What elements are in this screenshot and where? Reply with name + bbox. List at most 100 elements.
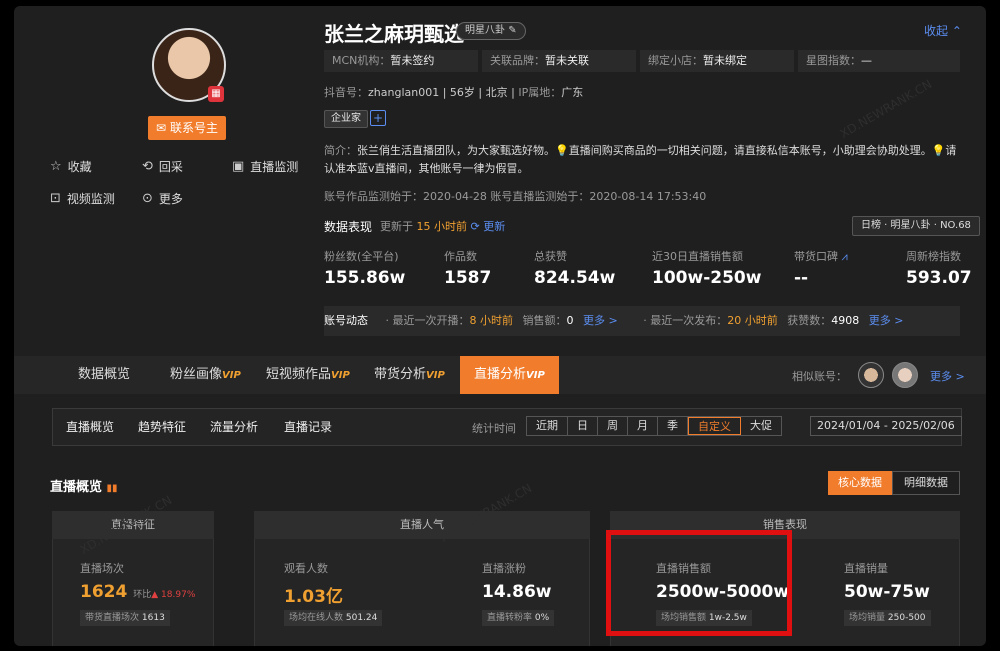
qr-code-icon[interactable]: ▦ bbox=[208, 86, 224, 102]
ip-location: 广东 bbox=[561, 86, 584, 99]
contact-owner-button[interactable]: ✉ 联系号主 bbox=[148, 116, 226, 140]
refresh-button[interactable]: ⟳ 更新 bbox=[471, 220, 506, 233]
refresh-label: 更新 bbox=[483, 220, 506, 233]
info-shop: 绑定小店：暂未绑定 bbox=[640, 50, 794, 72]
refresh-icon: ⟳ bbox=[470, 220, 480, 233]
updated-time: 15 小时前 bbox=[416, 220, 468, 233]
rank-badge[interactable]: 日榜 · 明星八卦 · NO.68 bbox=[852, 216, 980, 236]
recollect-label: 回采 bbox=[158, 160, 183, 174]
category-label: 明星八卦 bbox=[465, 25, 505, 36]
fans-rate: 直播转粉率 0% bbox=[482, 610, 555, 626]
age: 56岁 bbox=[449, 86, 475, 99]
recollect-button[interactable]: ⟲ 回采 bbox=[142, 158, 183, 175]
info-brand: 关联品牌：暂未关联 bbox=[482, 50, 636, 72]
chart-icon: ⊡ bbox=[50, 191, 61, 206]
volume-value: 50w-75w bbox=[844, 582, 930, 602]
period-month[interactable]: 月 bbox=[628, 417, 658, 435]
vip-badge: VIP bbox=[222, 370, 241, 381]
xingtu-value: — bbox=[861, 54, 872, 67]
subtab-live-overview[interactable]: 直播概览 bbox=[66, 418, 114, 435]
douyin-label: 抖音号： bbox=[324, 86, 368, 99]
monitor-since: 账号作品监测始于：2020-04-28 账号直播监测始于：2020-08-14 … bbox=[324, 190, 707, 203]
core-data-button[interactable]: 核心数据 bbox=[828, 471, 892, 495]
overview-title-text: 直播概览 bbox=[50, 480, 103, 495]
chevron-up-icon: ⌃ bbox=[951, 24, 962, 38]
tab-label: 短视频作品 bbox=[266, 367, 332, 382]
bio-text: 张兰俏生活直播团队，为大家甄选好物。💡直播间购买商品的一切相关问题，请直接私信本… bbox=[324, 144, 957, 175]
avg-volume: 场均销量 250-500 bbox=[844, 610, 931, 626]
perf-title: 数据表现 bbox=[324, 220, 373, 234]
brand-value: 暂未关联 bbox=[545, 54, 589, 67]
live-monitor-label: 直播监测 bbox=[250, 160, 299, 174]
fans-rate-value: 0% bbox=[534, 613, 550, 623]
avg-online: 场均在线人数 501.24 bbox=[284, 610, 383, 626]
tab-data-overview[interactable]: 数据概览 bbox=[78, 356, 130, 394]
account-name: 张兰之麻玥甄选 bbox=[324, 22, 464, 46]
video-monitor-button[interactable]: ⊡ 视频监测 bbox=[50, 190, 115, 207]
add-tag-button[interactable]: + bbox=[370, 110, 386, 126]
sessions-number: 1624 bbox=[80, 582, 128, 602]
period-day[interactable]: 日 bbox=[568, 417, 598, 435]
stat-label: 近30日直播销售额 bbox=[652, 250, 743, 263]
more-actions-button[interactable]: ⊙ 更多 bbox=[142, 190, 183, 207]
goods-sessions-value: 1613 bbox=[141, 613, 165, 623]
viewers-value: 1.03亿 bbox=[284, 587, 343, 607]
subtab-live-records[interactable]: 直播记录 bbox=[284, 418, 332, 435]
stat-value: 100w-250w bbox=[652, 268, 762, 288]
similar-label: 相似账号： bbox=[792, 370, 847, 383]
live-monitor-button[interactable]: ▣ 直播监测 bbox=[232, 158, 298, 175]
overview-title: 直播概览 ▮▮ bbox=[50, 476, 118, 495]
last-publish-label: 最近一次发布： bbox=[650, 314, 728, 327]
similar-account-avatar[interactable] bbox=[892, 362, 918, 388]
fans-rate-label: 直播转粉率 bbox=[487, 613, 533, 623]
xingtu-label: 星图指数： bbox=[806, 54, 861, 67]
date-range-picker[interactable]: 2024/01/04 - 2025/02/06 bbox=[810, 416, 962, 436]
ip-label: IP属地： bbox=[518, 86, 562, 99]
stat-label: 作品数 bbox=[444, 250, 477, 263]
last-publish-time: 20 小时前 bbox=[727, 314, 778, 327]
period-quarter[interactable]: 季 bbox=[658, 417, 688, 435]
ellipsis-icon: ⊙ bbox=[142, 191, 153, 206]
shop-label: 绑定小店： bbox=[648, 54, 703, 67]
volume-label: 直播销量 bbox=[844, 562, 888, 575]
monitor-icon: ▣ bbox=[232, 159, 245, 174]
stat-value: 593.07 bbox=[906, 268, 972, 288]
stat-label: 总获赞 bbox=[534, 250, 567, 263]
tab-fan-profile[interactable]: 粉丝画像VIP bbox=[170, 356, 241, 394]
tab-short-video[interactable]: 短视频作品VIP bbox=[266, 356, 350, 394]
subtab-trend[interactable]: 趋势特征 bbox=[138, 418, 186, 435]
douyin-id: zhanglan001 bbox=[368, 86, 440, 99]
collapse-button[interactable]: 收起 ⌃ bbox=[924, 22, 962, 39]
sales-label: 销售额： bbox=[522, 314, 567, 327]
brand-label: 关联品牌： bbox=[490, 54, 545, 67]
category-tag[interactable]: 明星八卦 ✎ bbox=[456, 22, 526, 40]
period-recent[interactable]: 近期 bbox=[527, 417, 568, 435]
dynamics-label: 账号动态 bbox=[324, 314, 368, 327]
likes-label: 获赞数： bbox=[787, 314, 832, 327]
tab-live-analysis[interactable]: 直播分析VIP bbox=[460, 356, 559, 394]
city: 北京 bbox=[485, 86, 508, 99]
star-icon: ☆ bbox=[50, 159, 62, 174]
avg-online-label: 场均在线人数 bbox=[289, 613, 344, 623]
fans-label: 直播涨粉 bbox=[482, 562, 526, 575]
highlight-box bbox=[606, 530, 792, 636]
subtab-traffic[interactable]: 流量分析 bbox=[210, 418, 258, 435]
tab-label: 粉丝画像 bbox=[170, 367, 223, 382]
likes-value: 4908 bbox=[831, 314, 860, 327]
goods-sessions-label: 带货直播场次 bbox=[85, 613, 140, 623]
update-info: 更新于 15 小时前 ⟳ 更新 bbox=[380, 218, 505, 234]
period-custom[interactable]: 自定义 bbox=[688, 417, 741, 435]
period-promo[interactable]: 大促 bbox=[741, 417, 781, 435]
similar-account-avatar[interactable] bbox=[858, 362, 884, 388]
more-live-link[interactable]: 更多 > bbox=[583, 314, 618, 327]
mail-icon: ✉ bbox=[156, 121, 167, 135]
trend-chart-icon[interactable]: ⩘ bbox=[842, 250, 848, 263]
video-monitor-label: 视频监测 bbox=[66, 192, 115, 206]
tab-goods-analysis[interactable]: 带货分析VIP bbox=[374, 356, 445, 394]
detail-data-button[interactable]: 明细数据 bbox=[892, 471, 960, 495]
stat-value: 824.54w bbox=[534, 268, 616, 288]
more-publish-link[interactable]: 更多 > bbox=[869, 314, 904, 327]
favorite-button[interactable]: ☆ 收藏 bbox=[50, 158, 92, 175]
similar-more-link[interactable]: 更多 > bbox=[930, 368, 965, 384]
period-week[interactable]: 周 bbox=[598, 417, 628, 435]
